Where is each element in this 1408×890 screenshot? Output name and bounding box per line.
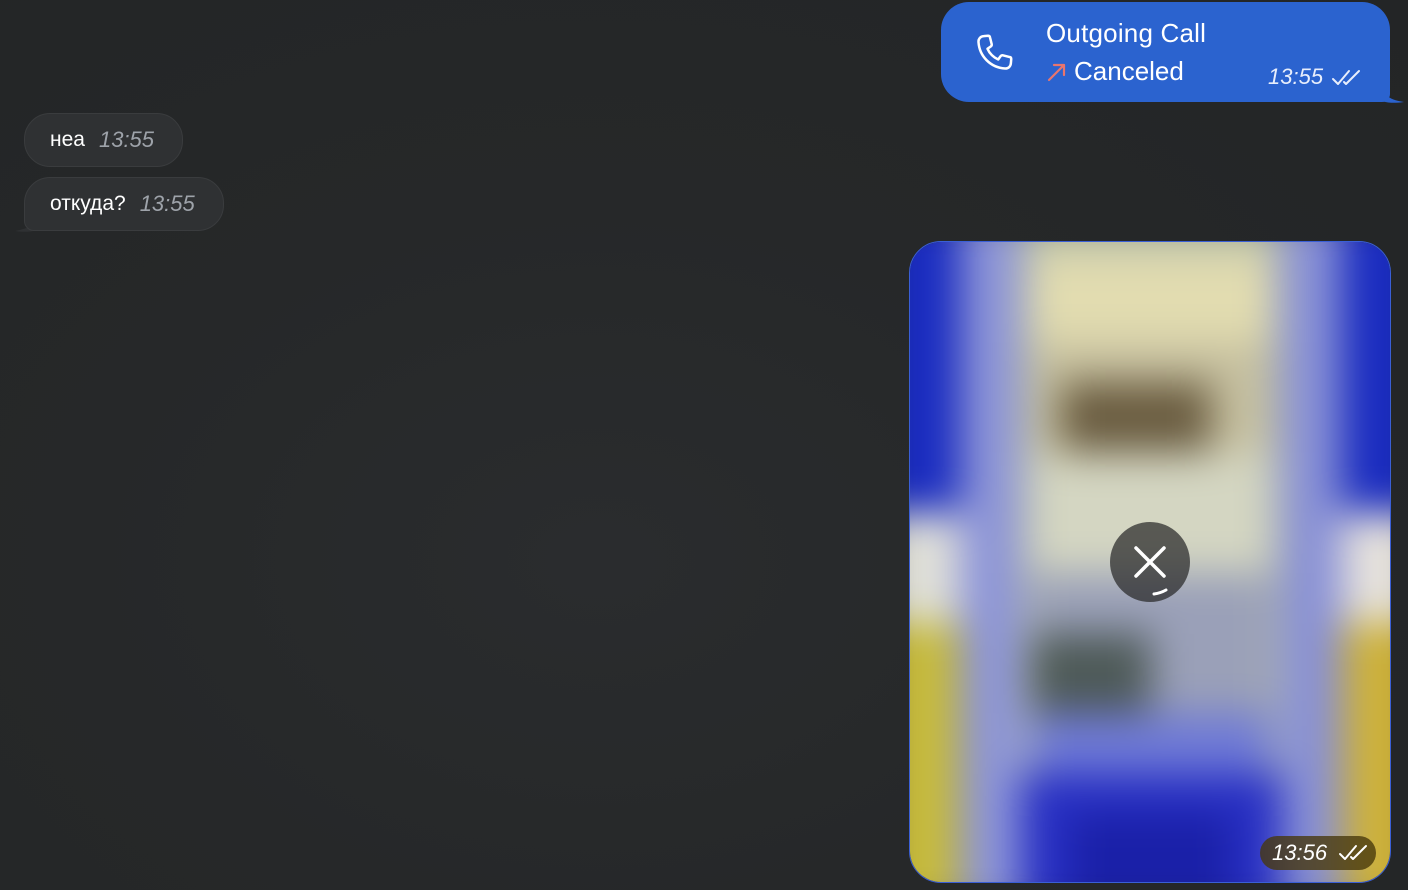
- image-timestamp: 13:56: [1272, 840, 1328, 865]
- phone-icon[interactable]: [971, 30, 1017, 76]
- message-timestamp: 13:55: [139, 191, 195, 216]
- cancel-upload-button[interactable]: [1110, 522, 1190, 602]
- incoming-message[interactable]: неа 13:55: [24, 113, 184, 167]
- message-text: неа: [50, 128, 85, 151]
- double-check-icon: [1332, 70, 1360, 85]
- call-status-label: Canceled: [1074, 56, 1184, 86]
- call-timestamp: 13:55: [1268, 64, 1324, 89]
- call-title: Outgoing Call: [1046, 18, 1207, 48]
- incoming-message[interactable]: откуда? 13:55: [24, 177, 224, 231]
- outgoing-call-message[interactable]: Outgoing Call Canceled 13:55: [941, 2, 1390, 102]
- call-status: Canceled: [1046, 56, 1184, 87]
- chat-area: Outgoing Call Canceled 13:55 неа 13:55 о…: [0, 0, 1408, 890]
- close-icon[interactable]: [1110, 522, 1190, 602]
- image-message[interactable]: 13:56: [909, 241, 1391, 883]
- image-timestamp-badge: 13:56: [1260, 836, 1376, 870]
- outgoing-arrow-icon: [1047, 63, 1066, 81]
- message-timestamp: 13:55: [98, 127, 155, 152]
- message-text: откуда?: [50, 192, 126, 215]
- double-check-icon: [1339, 845, 1367, 860]
